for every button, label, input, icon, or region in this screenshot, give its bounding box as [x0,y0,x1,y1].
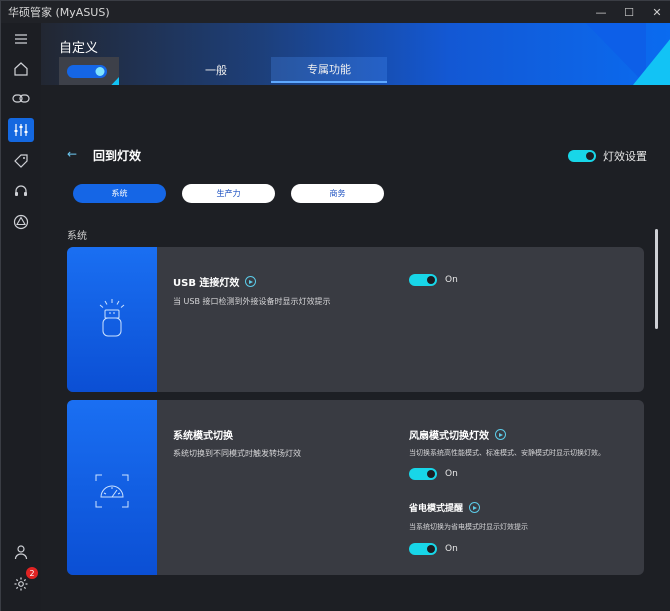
category-chips: 系统 生产力 商务 [73,184,384,203]
tag-icon [14,154,28,168]
usb-icon [99,299,125,337]
fan-mode-title-row: 风扇模式切换灯效 [409,427,506,442]
banner-accent [633,38,670,85]
chip-system[interactable]: 系统 [73,184,166,203]
power-saving-toggle-row: On [409,543,458,555]
chip-business[interactable]: 商务 [291,184,384,203]
play-preview-icon[interactable] [245,276,257,287]
usb-card-desc: 当 USB 接口检测到外接设备时显示灯效提示 [173,297,331,306]
sidebar-item-promo[interactable] [8,210,34,234]
sidebar-item-customize[interactable] [8,118,34,142]
link-icon [12,94,30,103]
light-settings-label: 灯效设置 [603,150,647,163]
light-settings-toggle[interactable] [568,150,596,162]
headset-icon [15,185,27,196]
group-label: 系统 [67,231,87,242]
myasus-window: 华硕管家 (MyASUS) — ☐ ✕ 2 自定义 一般 专属功能 ← 回到灯效… [0,0,670,611]
power-saving-title: 省电模式提醒 [409,504,464,514]
minimize-button[interactable]: — [587,1,615,23]
sidebar-item-menu[interactable] [8,27,34,51]
sidebar-item-home[interactable] [8,57,34,81]
scrollbar[interactable] [655,229,658,329]
back-arrow-icon[interactable]: ← [67,147,77,161]
fan-mode-toggle[interactable] [409,468,437,480]
light-settings: 灯效设置 [568,148,647,164]
card-system-mode: 系统模式切换 系统切换到不同模式时触发转场灯效 风扇模式切换灯效 当切换系统高性… [67,400,644,575]
sidebar-item-link[interactable] [8,87,34,111]
card-art [67,400,157,575]
maximize-button[interactable]: ☐ [615,1,643,23]
close-button[interactable]: ✕ [643,1,670,23]
power-saving-toggle-label: On [445,544,458,554]
fan-mode-title: 风扇模式切换灯效 [409,431,489,442]
speedometer-icon [95,474,129,508]
window-title: 华硕管家 (MyASUS) [8,6,110,19]
triangle-icon [13,214,29,230]
play-preview-icon[interactable] [495,429,506,440]
fan-mode-toggle-label: On [445,469,458,479]
menu-icon [15,34,27,44]
window-controls: — ☐ ✕ [587,1,670,23]
sidebar-item-settings[interactable]: 2 [8,567,38,596]
tab-bar: 一般 专属功能 [161,57,387,83]
system-mode-card-title: 系统模式切换 [173,431,233,442]
usb-card-title-row: USB 连接灯效 [173,274,257,289]
user-icon [14,545,28,560]
usb-toggle-row: On [409,274,458,286]
sidebar-item-account[interactable] [8,540,34,564]
usb-toggle-label: On [445,275,458,285]
system-mode-card-desc: 系统切换到不同模式时触发转场灯效 [173,449,301,458]
tab-general[interactable]: 一般 [161,57,271,83]
sidebar-item-offers[interactable] [8,149,34,173]
power-saving-desc: 当系统切换为省电模式时显示灯效提示 [409,523,528,531]
sidebar-item-support[interactable] [8,179,34,203]
fan-mode-desc: 当切换系统高性能模式、标准模式、安静模式时显示切换灯效。 [409,449,605,457]
usb-card-title: USB 连接灯效 [173,278,240,289]
tab-exclusive[interactable]: 专属功能 [271,57,387,83]
sidebar: 2 [1,23,41,611]
section-title: 回到灯效 [93,149,142,163]
usb-lighting-toggle[interactable] [409,274,437,286]
page-title: 自定义 [59,41,99,56]
notification-badge: 2 [26,567,38,579]
fan-mode-toggle-row: On [409,468,458,480]
chip-productivity[interactable]: 生产力 [182,184,275,203]
home-icon [14,62,28,76]
card-art [67,247,157,392]
card-usb-lighting: USB 连接灯效 当 USB 接口检测到外接设备时显示灯效提示 On [67,247,644,392]
power-saving-title-row: 省电模式提醒 [409,501,481,514]
power-saving-toggle[interactable] [409,543,437,555]
gear-icon [14,577,28,591]
title-bar: 华硕管家 (MyASUS) — ☐ ✕ [1,1,670,23]
play-preview-icon[interactable] [469,502,481,513]
sliders-icon [14,124,28,136]
